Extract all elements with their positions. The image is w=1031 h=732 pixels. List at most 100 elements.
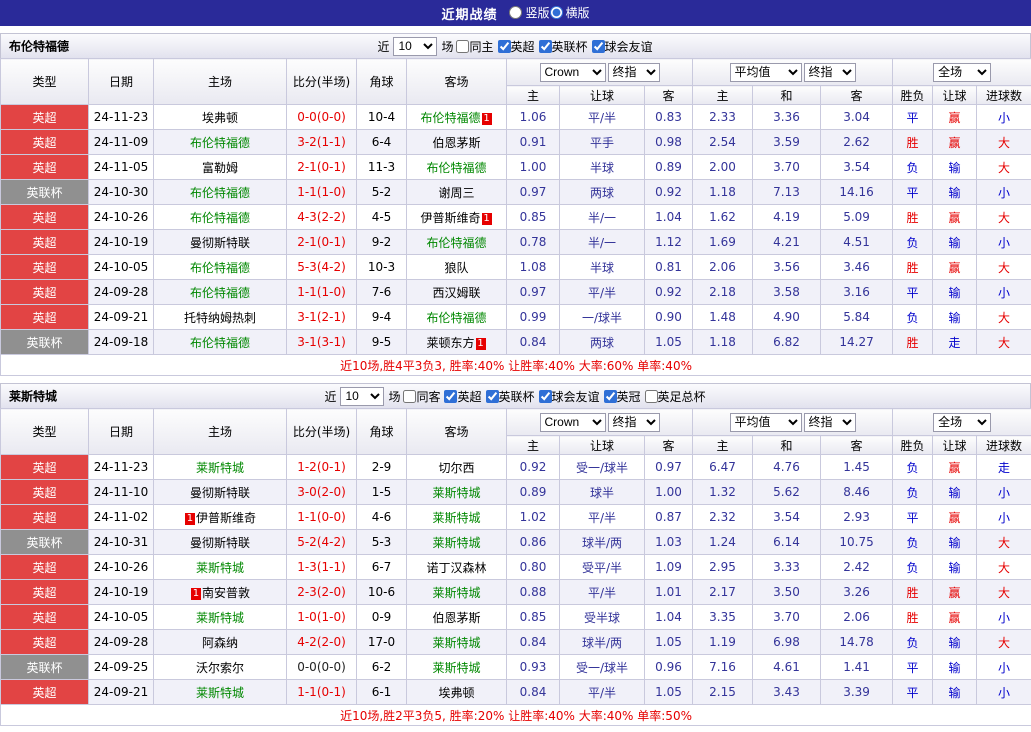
team-link[interactable]: 伊普斯维奇: [196, 511, 256, 525]
team-link[interactable]: 诺丁汉森林: [426, 561, 486, 575]
score-link[interactable]: 1-1(1-0): [287, 280, 357, 305]
team-link[interactable]: 布伦特福德: [190, 261, 250, 275]
same-venue-toggle[interactable]: 同客: [403, 388, 440, 405]
score-link[interactable]: 1-2(0-1): [287, 455, 357, 480]
team-link[interactable]: 曼彻斯特联: [190, 486, 250, 500]
team-link[interactable]: 莱斯特城: [432, 586, 480, 600]
score-link[interactable]: 2-1(0-1): [287, 230, 357, 255]
score-link[interactable]: 1-0(1-0): [287, 605, 357, 630]
result-wdl: 负: [893, 480, 933, 505]
league-checkbox[interactable]: [604, 390, 617, 403]
team-link[interactable]: 阿森纳: [202, 636, 238, 650]
layout-radio-input[interactable]: [550, 6, 563, 19]
team-link[interactable]: 布伦特福德: [190, 286, 250, 300]
team-link[interactable]: 布伦特福德: [190, 336, 250, 350]
team-link[interactable]: 切尔西: [438, 461, 474, 475]
team-link[interactable]: 埃弗顿: [202, 111, 238, 125]
team-link[interactable]: 布伦特福德: [426, 236, 486, 250]
average-odds-away: 2.93: [821, 505, 893, 530]
team-link[interactable]: 莱斯特城: [432, 486, 480, 500]
score-link[interactable]: 4-2(2-0): [287, 630, 357, 655]
away-team-cell: 布伦特福德1: [407, 105, 507, 130]
team-link[interactable]: 莱斯特城: [432, 661, 480, 675]
average-select[interactable]: 平均值: [730, 63, 802, 82]
period-select[interactable]: 全场: [933, 413, 991, 432]
league-toggle[interactable]: 英联杯: [539, 38, 588, 55]
league-checkbox[interactable]: [486, 390, 499, 403]
same-venue-checkbox[interactable]: [403, 390, 416, 403]
league-checkbox[interactable]: [539, 390, 552, 403]
team-link[interactable]: 莱顿东方: [426, 336, 474, 350]
league-checkbox[interactable]: [444, 390, 457, 403]
league-toggle[interactable]: 英足总杯: [645, 388, 706, 405]
recent-count-select[interactable]: 10: [393, 37, 437, 56]
score-link[interactable]: 5-3(4-2): [287, 255, 357, 280]
team-link[interactable]: 伯恩茅斯: [432, 611, 480, 625]
bookmaker-select[interactable]: Crown: [540, 413, 606, 432]
score-link[interactable]: 3-1(3-1): [287, 330, 357, 355]
team-link[interactable]: 西汉姆联: [432, 286, 480, 300]
same-venue-toggle[interactable]: 同主: [456, 38, 493, 55]
team-link[interactable]: 布伦特福德: [190, 136, 250, 150]
league-checkbox[interactable]: [539, 40, 552, 53]
period-select[interactable]: 全场: [933, 63, 991, 82]
team-link[interactable]: 伯恩茅斯: [432, 136, 480, 150]
league-toggle[interactable]: 英冠: [604, 388, 641, 405]
score-link[interactable]: 2-1(0-1): [287, 155, 357, 180]
team-link[interactable]: 莱斯特城: [432, 636, 480, 650]
team-link[interactable]: 南安普敦: [202, 586, 250, 600]
team-link[interactable]: 谢周三: [438, 186, 474, 200]
team-link[interactable]: 莱斯特城: [196, 561, 244, 575]
score-link[interactable]: 0-0(0-0): [287, 105, 357, 130]
team-link[interactable]: 布伦特福德: [426, 311, 486, 325]
score-link[interactable]: 4-3(2-2): [287, 205, 357, 230]
score-link[interactable]: 2-3(2-0): [287, 580, 357, 605]
score-link[interactable]: 1-1(1-0): [287, 180, 357, 205]
recent-count-select[interactable]: 10: [340, 387, 384, 406]
team-link[interactable]: 布伦特福德: [190, 186, 250, 200]
score-link[interactable]: 3-2(1-1): [287, 130, 357, 155]
team-link[interactable]: 伊普斯维奇: [420, 211, 480, 225]
team-link[interactable]: 曼彻斯特联: [190, 536, 250, 550]
final-index-select[interactable]: 终指: [608, 63, 660, 82]
team-link[interactable]: 莱斯特城: [196, 461, 244, 475]
team-link[interactable]: 托特纳姆热刺: [184, 311, 256, 325]
team-link[interactable]: 莱斯特城: [432, 536, 480, 550]
league-toggle[interactable]: 英超: [498, 38, 535, 55]
league-checkbox[interactable]: [592, 40, 605, 53]
layout-radio-input[interactable]: [509, 6, 522, 19]
final-index-select-2[interactable]: 终指: [804, 413, 856, 432]
league-toggle[interactable]: 英超: [444, 388, 481, 405]
score-link[interactable]: 3-0(2-0): [287, 480, 357, 505]
final-index-select[interactable]: 终指: [608, 413, 660, 432]
league-checkbox[interactable]: [498, 40, 511, 53]
team-link[interactable]: 莱斯特城: [196, 611, 244, 625]
score-link[interactable]: 1-1(0-1): [287, 680, 357, 705]
league-checkbox[interactable]: [645, 390, 658, 403]
team-link[interactable]: 富勒姆: [202, 161, 238, 175]
score-link[interactable]: 0-0(0-0): [287, 655, 357, 680]
score-link[interactable]: 5-2(4-2): [287, 530, 357, 555]
same-venue-checkbox[interactable]: [456, 40, 469, 53]
final-index-select-2[interactable]: 终指: [804, 63, 856, 82]
bookmaker-select[interactable]: Crown: [540, 63, 606, 82]
layout-radio-horizontal[interactable]: 横版: [550, 4, 590, 21]
team-link[interactable]: 沃尔索尔: [196, 661, 244, 675]
team-link[interactable]: 莱斯特城: [196, 686, 244, 700]
team-link[interactable]: 曼彻斯特联: [190, 236, 250, 250]
league-toggle[interactable]: 球会友谊: [592, 38, 653, 55]
handicap-odds-home: 0.78: [507, 230, 560, 255]
team-link[interactable]: 狼队: [444, 261, 468, 275]
league-toggle[interactable]: 球会友谊: [539, 388, 600, 405]
average-select[interactable]: 平均值: [730, 413, 802, 432]
team-link[interactable]: 布伦特福德: [190, 211, 250, 225]
team-link[interactable]: 布伦特福德: [420, 111, 480, 125]
score-link[interactable]: 3-1(2-1): [287, 305, 357, 330]
score-link[interactable]: 1-3(1-1): [287, 555, 357, 580]
score-link[interactable]: 1-1(0-0): [287, 505, 357, 530]
league-toggle[interactable]: 英联杯: [486, 388, 535, 405]
team-link[interactable]: 莱斯特城: [432, 511, 480, 525]
team-link[interactable]: 埃弗顿: [438, 686, 474, 700]
layout-radio-vertical[interactable]: 竖版: [509, 4, 549, 21]
team-link[interactable]: 布伦特福德: [426, 161, 486, 175]
